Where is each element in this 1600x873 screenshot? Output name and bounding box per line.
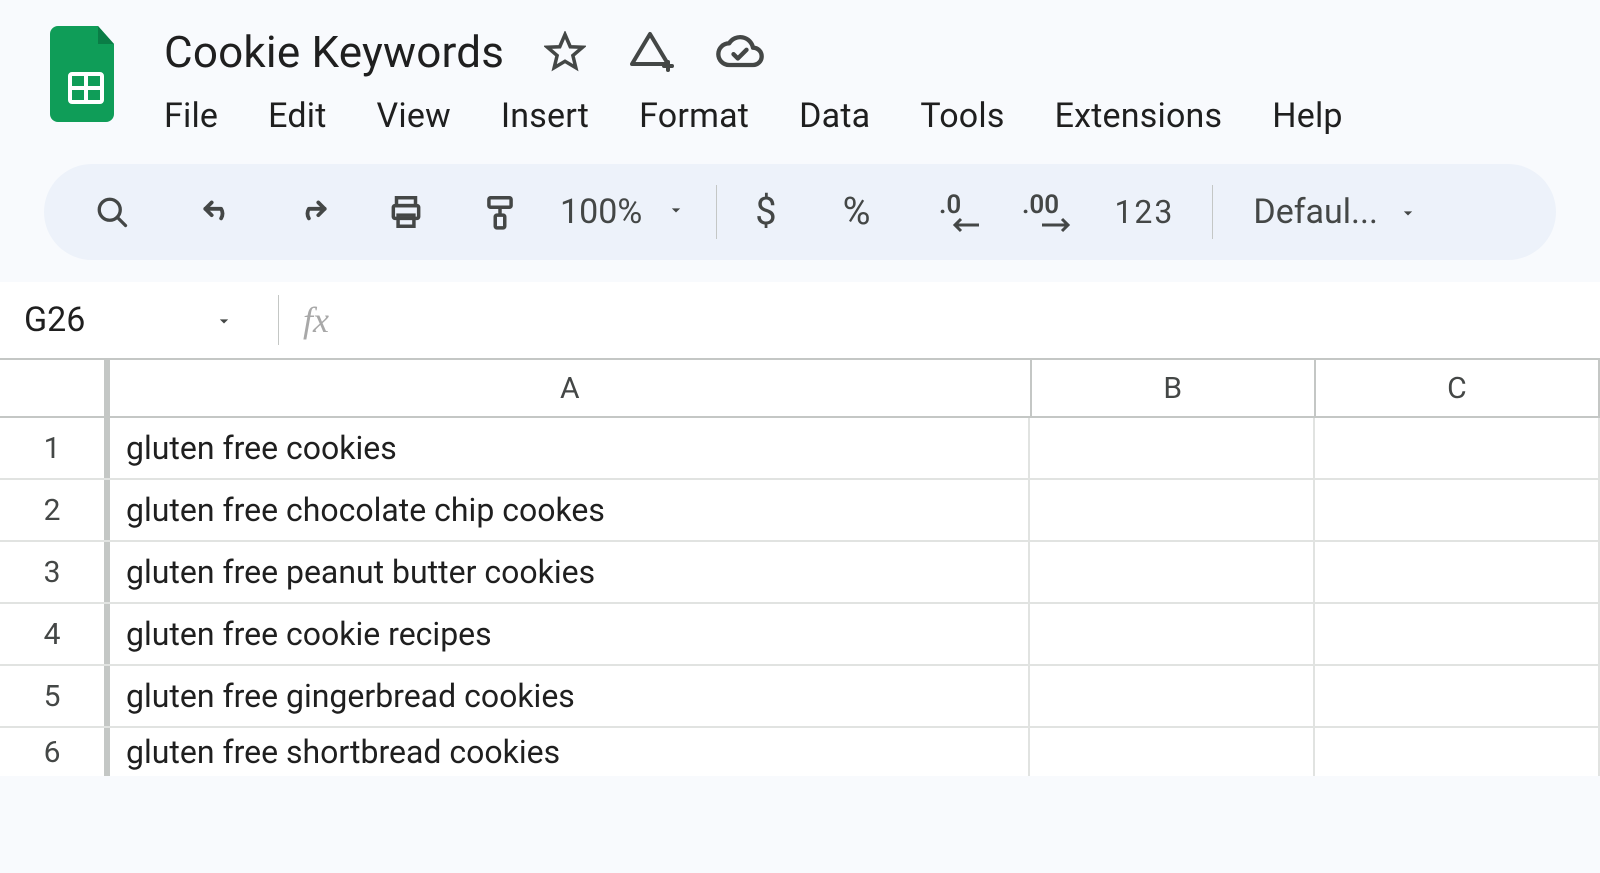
cell[interactable]: gluten free cookie recipes [110, 604, 1030, 664]
star-icon[interactable] [544, 31, 586, 73]
spreadsheet-grid: A B C 1 gluten free cookies 2 gluten fre… [0, 358, 1600, 776]
cell[interactable] [1315, 666, 1600, 726]
paint-format-icon[interactable] [472, 184, 528, 240]
row: 1 gluten free cookies [0, 418, 1600, 480]
row: 6 gluten free shortbread cookies [0, 728, 1600, 776]
cell[interactable] [1030, 728, 1315, 776]
menu-bar: File Edit View Insert Format Data Tools … [164, 96, 1343, 136]
cell[interactable]: gluten free chocolate chip cookes [110, 480, 1030, 540]
row: 5 gluten free gingerbread cookies [0, 666, 1600, 728]
format-currency-button[interactable]: $ [747, 190, 784, 234]
cell[interactable] [1315, 480, 1600, 540]
caret-down-icon [1398, 192, 1418, 232]
undo-icon[interactable] [190, 184, 246, 240]
menu-insert[interactable]: Insert [501, 96, 589, 136]
svg-text:.00: .00 [1022, 191, 1059, 220]
cell[interactable] [1315, 418, 1600, 478]
column-header-c[interactable]: C [1316, 360, 1600, 416]
title-area: Cookie Keywords File [164, 26, 1343, 136]
row: 4 gluten free cookie recipes [0, 604, 1600, 666]
title-row: Cookie Keywords [164, 26, 1343, 78]
caret-down-icon [214, 300, 234, 340]
rows: 1 gluten free cookies 2 gluten free choc… [0, 418, 1600, 776]
menu-view[interactable]: View [377, 96, 451, 136]
menu-help[interactable]: Help [1272, 96, 1342, 136]
sheets-logo-icon[interactable] [50, 26, 122, 122]
row: 3 gluten free peanut butter cookies [0, 542, 1600, 604]
row-header[interactable]: 1 [0, 418, 110, 478]
divider [278, 295, 279, 345]
cell[interactable] [1315, 604, 1600, 664]
menu-data[interactable]: Data [799, 96, 870, 136]
format-percent-button[interactable]: % [835, 190, 879, 234]
print-icon[interactable] [378, 184, 434, 240]
menu-format[interactable]: Format [639, 96, 749, 136]
increase-decimal-button[interactable]: .00 [1014, 184, 1090, 240]
cell[interactable]: gluten free shortbread cookies [110, 728, 1030, 776]
row-header[interactable]: 2 [0, 480, 110, 540]
cell[interactable]: gluten free peanut butter cookies [110, 542, 1030, 602]
column-header-a[interactable]: A [110, 360, 1032, 416]
font-name: Defaul... [1253, 192, 1378, 232]
cell[interactable] [1030, 604, 1315, 664]
row-header[interactable]: 4 [0, 604, 110, 664]
column-header-b[interactable]: B [1032, 360, 1316, 416]
name-box[interactable]: G26 [24, 300, 254, 340]
toolbar-divider [716, 185, 717, 239]
cell[interactable] [1315, 542, 1600, 602]
search-icon[interactable] [84, 184, 140, 240]
move-icon[interactable] [626, 28, 674, 76]
decrease-decimal-button[interactable]: .0 [928, 184, 998, 240]
fx-icon: fx [303, 299, 329, 341]
column-headers: A B C [0, 358, 1600, 418]
menu-edit[interactable]: Edit [268, 96, 326, 136]
toolbar-divider [1212, 185, 1213, 239]
cell[interactable]: gluten free cookies [110, 418, 1030, 478]
cell[interactable] [1030, 480, 1315, 540]
toolbar: 100% $ % .0 .00 123 Defaul... [44, 164, 1556, 260]
cell[interactable] [1030, 542, 1315, 602]
more-formats-button[interactable]: 123 [1106, 193, 1182, 231]
menu-file[interactable]: File [164, 96, 218, 136]
document-title[interactable]: Cookie Keywords [164, 26, 504, 78]
cell[interactable] [1030, 418, 1315, 478]
menu-tools[interactable]: Tools [920, 96, 1004, 136]
row: 2 gluten free chocolate chip cookes [0, 480, 1600, 542]
cloud-status-icon[interactable] [714, 26, 766, 78]
redo-icon[interactable] [284, 184, 340, 240]
row-header[interactable]: 6 [0, 728, 110, 776]
cell[interactable] [1030, 666, 1315, 726]
zoom-dropdown[interactable]: 100% [552, 192, 686, 232]
menu-extensions[interactable]: Extensions [1055, 96, 1223, 136]
row-header[interactable]: 3 [0, 542, 110, 602]
name-box-value: G26 [24, 300, 85, 340]
font-dropdown[interactable]: Defaul... [1253, 192, 1418, 232]
caret-down-icon [666, 200, 686, 224]
cell[interactable]: gluten free gingerbread cookies [110, 666, 1030, 726]
zoom-value: 100% [552, 192, 650, 232]
header: Cookie Keywords File [0, 0, 1600, 136]
row-header[interactable]: 5 [0, 666, 110, 726]
formula-bar: G26 fx [0, 282, 1600, 358]
select-all-corner[interactable] [0, 360, 110, 416]
svg-text:.0: .0 [939, 191, 961, 220]
cell[interactable] [1315, 728, 1600, 776]
